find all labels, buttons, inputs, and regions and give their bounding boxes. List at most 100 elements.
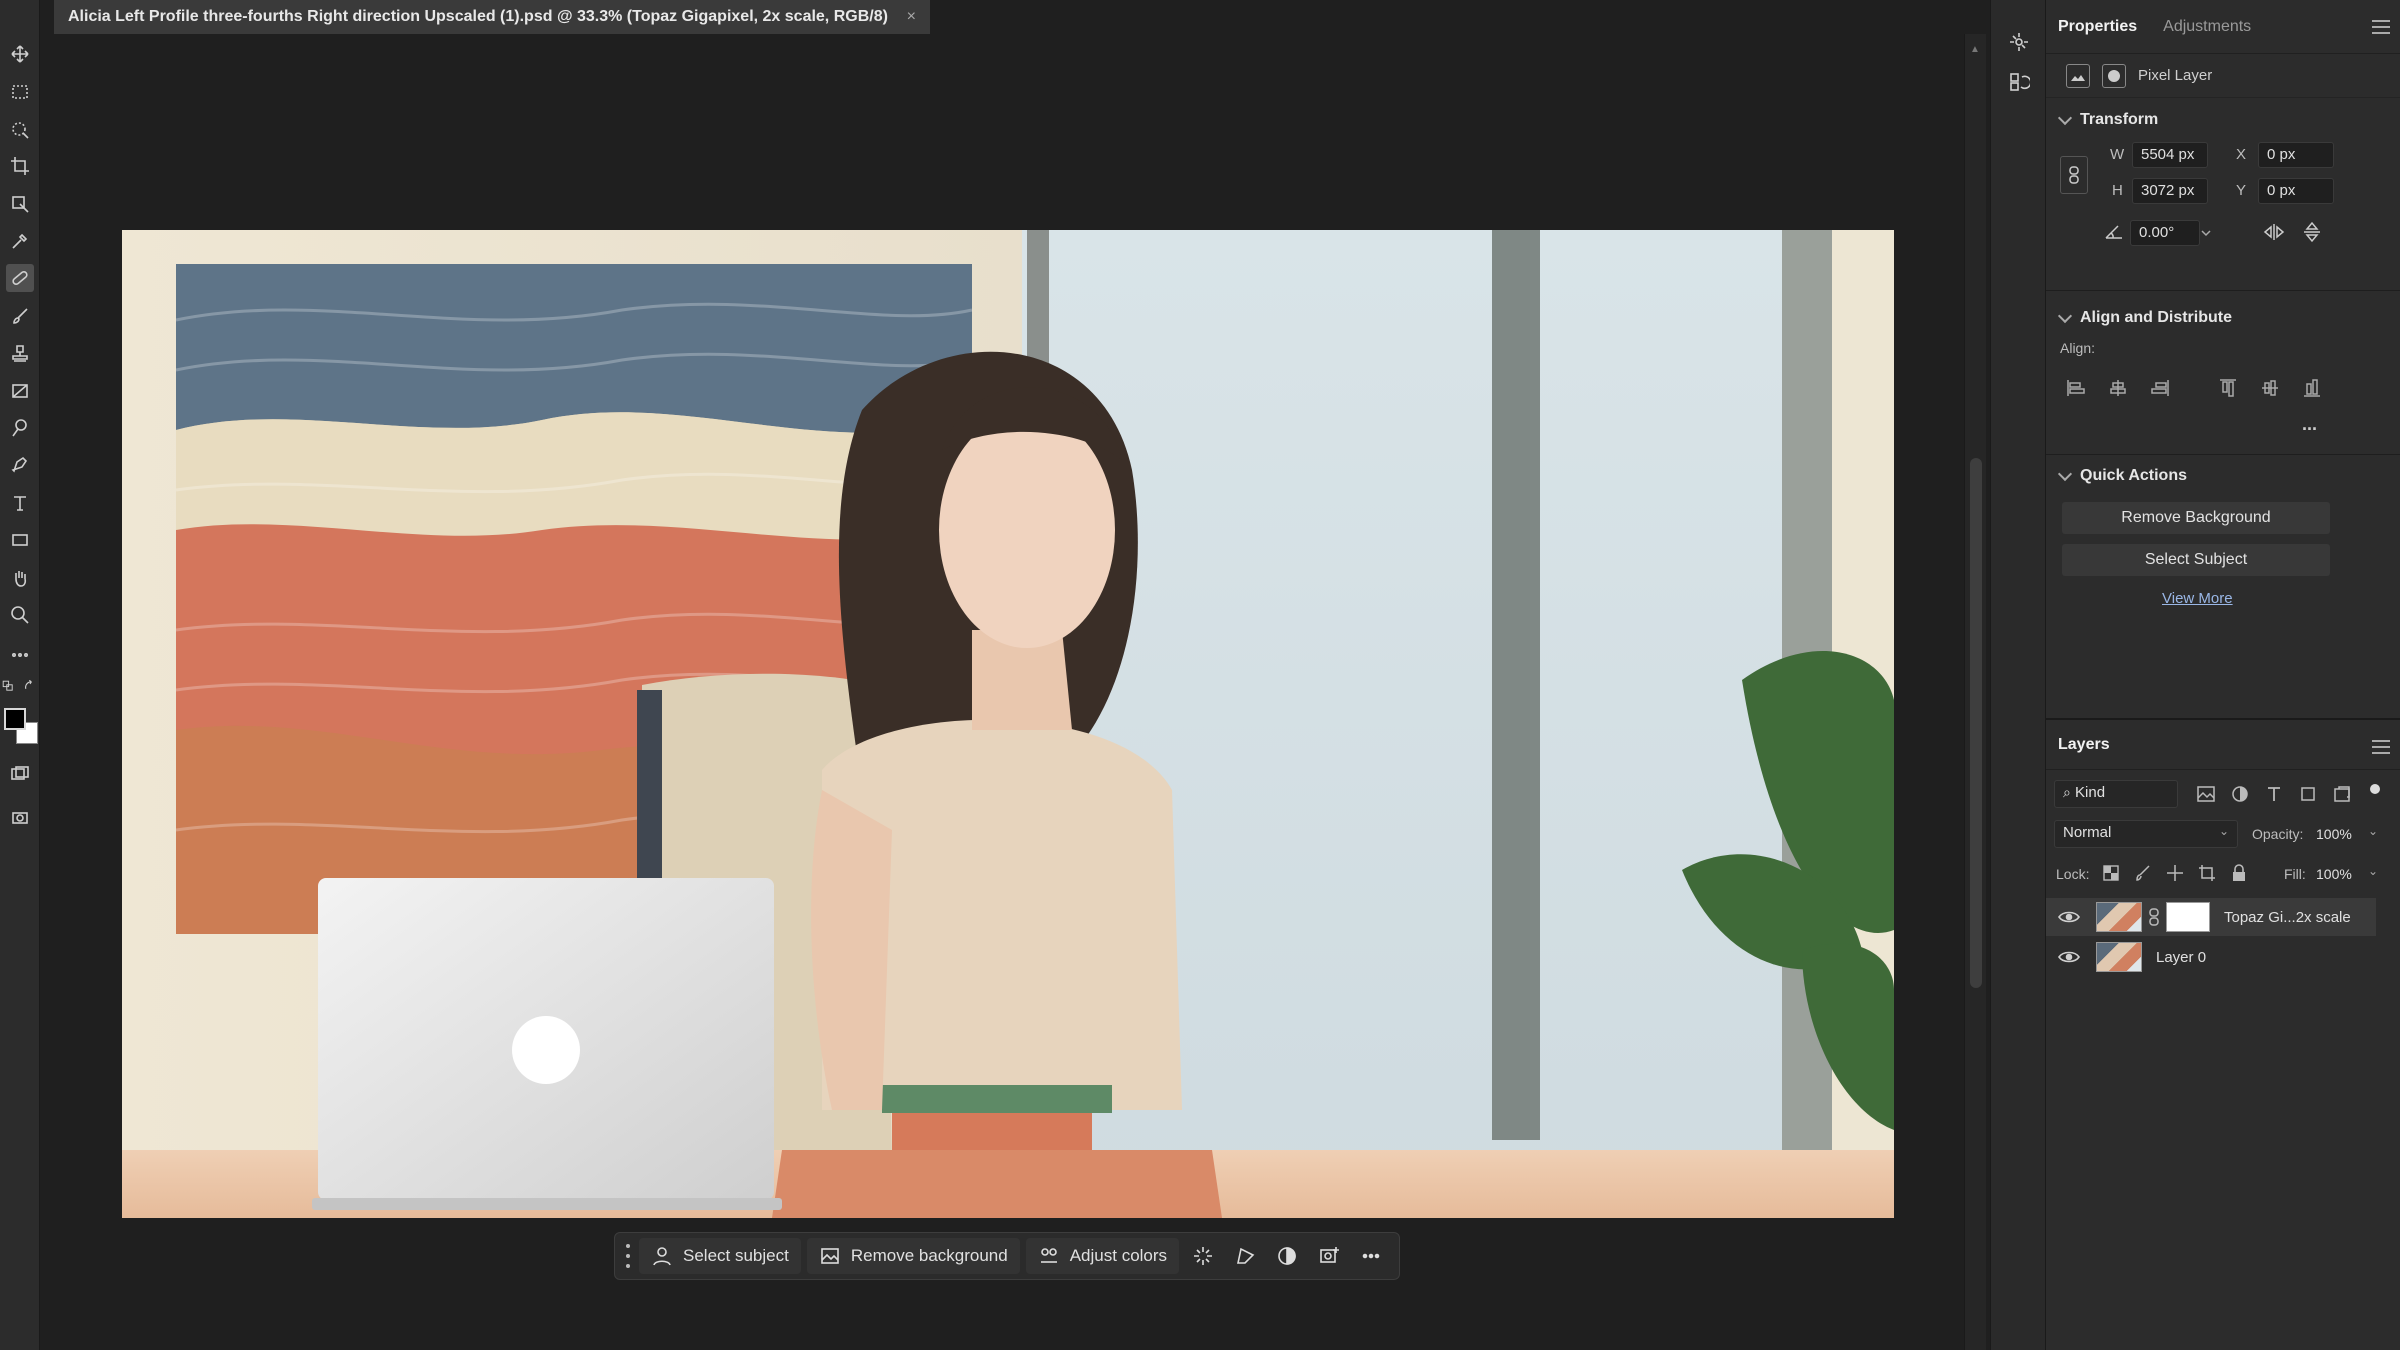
remove-background-quick-button[interactable]: Remove Background: [2062, 502, 2330, 534]
layers-panel-tabs: Layers: [2046, 720, 2400, 770]
blend-mode-select[interactable]: Normal ⌄: [2054, 820, 2238, 848]
document-tab-bar: Alicia Left Profile three-fourths Right …: [54, 0, 1974, 34]
tab-adjustments[interactable]: Adjustments: [2163, 18, 2251, 36]
scrollbar-thumb[interactable]: [1970, 458, 1982, 988]
align-top-icon[interactable]: [2218, 378, 2238, 398]
quick-mask-icon[interactable]: [6, 760, 34, 788]
align-bottom-icon[interactable]: [2302, 378, 2322, 398]
filter-type-icon[interactable]: [2264, 784, 2284, 804]
move-icon[interactable]: [6, 40, 34, 68]
transform-icon[interactable]: [1227, 1238, 1263, 1274]
tools-toolbar: [0, 0, 40, 1350]
history-icon[interactable]: [2005, 68, 2033, 96]
lock-artboard-icon[interactable]: [2198, 864, 2216, 882]
rectangle-icon[interactable]: [6, 526, 34, 554]
filter-toggle-icon[interactable]: [2370, 784, 2380, 794]
fill-value[interactable]: 100%: [2316, 866, 2352, 882]
layer-row-topaz[interactable]: Topaz Gi...2x scale: [2046, 898, 2376, 936]
align-center-icon[interactable]: [2108, 378, 2128, 398]
filter-pixel-icon[interactable]: [2196, 784, 2216, 804]
flip-vertical-icon[interactable]: [2302, 220, 2322, 244]
filter-smart-object-icon[interactable]: [2332, 784, 2352, 804]
generative-sparkle-icon[interactable]: [1185, 1238, 1221, 1274]
gradient-icon[interactable]: [6, 377, 34, 405]
lock-all-icon[interactable]: [2230, 864, 2248, 882]
align-left-icon[interactable]: [2066, 378, 2086, 398]
drag-handle-icon[interactable]: [623, 1241, 633, 1271]
swap-colors-icon[interactable]: [22, 678, 38, 694]
layer-row-layer-0[interactable]: Layer 0: [2046, 938, 2376, 976]
align-middle-icon[interactable]: [2260, 378, 2280, 398]
eyedropper-icon[interactable]: [6, 227, 34, 255]
default-colors-icon[interactable]: [0, 678, 16, 694]
screen-mode-icon[interactable]: [6, 804, 34, 832]
x-field[interactable]: 0 px: [2258, 142, 2334, 168]
view-more-link[interactable]: View More: [2162, 590, 2233, 607]
scroll-up-icon[interactable]: ▲: [1970, 44, 1982, 55]
zoom-icon[interactable]: [6, 601, 34, 629]
select-subject-button[interactable]: Select subject: [639, 1238, 801, 1274]
layer-name[interactable]: Topaz Gi...2x scale: [2224, 909, 2351, 926]
brush-icon[interactable]: [6, 302, 34, 330]
select-subject-quick-button[interactable]: Select Subject: [2062, 544, 2330, 576]
canvas-area[interactable]: [54, 34, 1966, 1350]
chevron-down-icon[interactable]: [2200, 228, 2212, 238]
layer-mask-thumbnail[interactable]: [2166, 902, 2210, 932]
transform-header[interactable]: Transform: [2046, 104, 2400, 136]
canvas-vertical-scrollbar[interactable]: ▲: [1964, 34, 1986, 1350]
mask-link-icon[interactable]: [2148, 908, 2160, 926]
align-right-icon[interactable]: [2150, 378, 2170, 398]
pen-icon[interactable]: [6, 451, 34, 479]
hand-icon[interactable]: [6, 564, 34, 592]
layers-menu-icon[interactable]: [2372, 740, 2390, 754]
adjustment-circle-icon[interactable]: [1269, 1238, 1305, 1274]
tab-properties[interactable]: Properties: [2058, 18, 2137, 36]
layer-name[interactable]: Layer 0: [2156, 949, 2206, 966]
quick-actions-header[interactable]: Quick Actions: [2046, 460, 2400, 492]
discover-icon[interactable]: [2005, 28, 2033, 56]
visibility-eye-icon[interactable]: [2058, 910, 2080, 924]
tab-layers[interactable]: Layers: [2058, 736, 2110, 754]
flip-horizontal-icon[interactable]: [2262, 222, 2286, 242]
healing-brush-icon[interactable]: [6, 264, 34, 292]
marquee-icon[interactable]: [6, 78, 34, 106]
add-mask-icon[interactable]: [1311, 1238, 1347, 1274]
more-tools-icon[interactable]: [6, 641, 34, 669]
crop-icon[interactable]: [6, 152, 34, 180]
panel-menu-icon[interactable]: [2372, 20, 2390, 34]
foreground-color-swatch[interactable]: [4, 708, 26, 730]
width-field[interactable]: 5504 px: [2132, 142, 2208, 168]
height-field[interactable]: 3072 px: [2132, 178, 2208, 204]
opacity-value[interactable]: 100%: [2316, 826, 2352, 842]
quick-selection-icon[interactable]: [6, 116, 34, 144]
document-tab-title: Alicia Left Profile three-fourths Right …: [68, 8, 888, 25]
clone-stamp-icon[interactable]: [6, 340, 34, 368]
y-field[interactable]: 0 px: [2258, 178, 2334, 204]
layer-mask-icon[interactable]: [2102, 63, 2126, 88]
lock-pixels-icon[interactable]: [2134, 864, 2152, 882]
document-tab[interactable]: Alicia Left Profile three-fourths Right …: [54, 0, 930, 34]
chevron-down-icon[interactable]: ⌄: [2368, 864, 2378, 878]
remove-background-button[interactable]: Remove background: [806, 1238, 1020, 1274]
quick-actions-section: Quick Actions Remove Background Select S…: [2046, 460, 2400, 636]
chevron-down-icon[interactable]: ⌄: [2368, 824, 2378, 838]
close-tab-icon[interactable]: ×: [907, 8, 916, 26]
visibility-eye-icon[interactable]: [2058, 950, 2080, 964]
angle-field[interactable]: 0.00°: [2130, 220, 2200, 246]
chevron-down-icon: [2057, 308, 2073, 324]
align-header[interactable]: Align and Distribute: [2046, 302, 2400, 334]
type-icon[interactable]: [6, 489, 34, 517]
more-align-options[interactable]: ...: [2302, 414, 2317, 435]
lock-position-icon[interactable]: [2166, 864, 2184, 882]
filter-shape-icon[interactable]: [2298, 784, 2318, 804]
link-dimensions-icon[interactable]: [2060, 156, 2088, 194]
more-options-icon[interactable]: [1353, 1238, 1389, 1274]
lock-transparent-icon[interactable]: [2102, 864, 2120, 882]
dodge-icon[interactable]: [6, 414, 34, 442]
adjust-colors-button[interactable]: Adjust colors: [1025, 1238, 1180, 1274]
frame-icon[interactable]: [6, 190, 34, 218]
pixel-layer-icon[interactable]: [2066, 63, 2090, 88]
filter-adjustment-icon[interactable]: [2230, 784, 2250, 804]
document-canvas-image[interactable]: [122, 230, 1894, 1218]
layer-filter-kind[interactable]: ⌕ Kind: [2054, 780, 2178, 808]
